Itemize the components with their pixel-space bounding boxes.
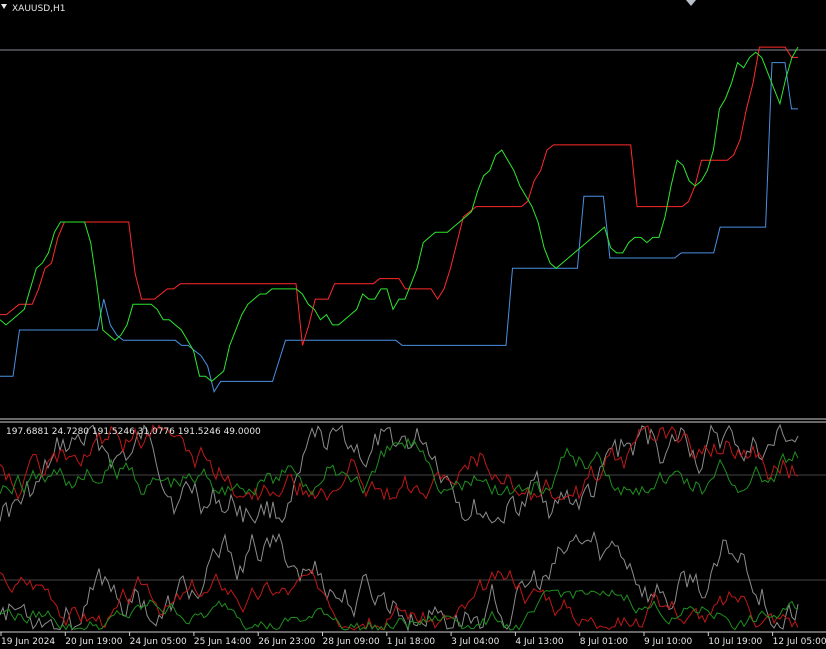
x-tick-label: 12 Jul 05:00 xyxy=(773,637,826,647)
chart-shift-marker-icon[interactable] xyxy=(686,0,696,6)
oscillator-upper-green xyxy=(0,437,799,497)
x-tick-label: 4 Jul 13:00 xyxy=(515,637,564,647)
series-line-0 xyxy=(0,46,798,346)
x-tick-label: 8 Jul 01:00 xyxy=(580,637,629,647)
time-axis: 19 Jun 2024 20 Jun 19:00 24 Jun 05:00 25 Ju… xyxy=(0,631,826,647)
x-tick-label: 25 Jun 14:00 xyxy=(194,637,251,647)
x-tick-label: 20 Jun 19:00 xyxy=(65,637,122,647)
x-tick-label: 1 Jul 18:00 xyxy=(387,637,436,647)
x-tick-label: 3 Jul 04:00 xyxy=(451,637,500,647)
oscillator-lower-red xyxy=(0,569,799,631)
main-series-group xyxy=(0,46,799,393)
indicator-panel: 197.6881 24.7280 191.5246 31.0776 191.52… xyxy=(0,423,826,632)
main-panel: XAUUSD,H1 xyxy=(0,0,826,393)
x-tick-label: 10 Jul 19:00 xyxy=(708,637,762,647)
series-line-2 xyxy=(0,46,799,383)
x-tick-label: 26 Jun 23:00 xyxy=(258,637,315,647)
x-tick-label: 19 Jun 2024 xyxy=(1,637,55,647)
collapse-arrow-icon[interactable] xyxy=(1,4,7,9)
x-tick-label: 9 Jul 10:00 xyxy=(644,637,693,647)
indicator-series-group xyxy=(0,423,799,632)
symbol-label: XAUUSD,H1 xyxy=(12,4,66,14)
oscillator-lower-gray xyxy=(0,530,799,632)
oscillator-lower-green xyxy=(0,589,799,631)
panel-separator[interactable] xyxy=(0,418,826,423)
series-line-1 xyxy=(0,62,798,393)
x-tick-label: 24 Jun 05:00 xyxy=(130,637,187,647)
x-tick-label: 28 Jun 09:00 xyxy=(323,637,380,647)
indicator-readout: 197.6881 24.7280 191.5246 31.0776 191.52… xyxy=(6,427,261,437)
price-chart: XAUUSD,H1 197.6881 24.7280 191.5246 31.0… xyxy=(0,0,826,647)
